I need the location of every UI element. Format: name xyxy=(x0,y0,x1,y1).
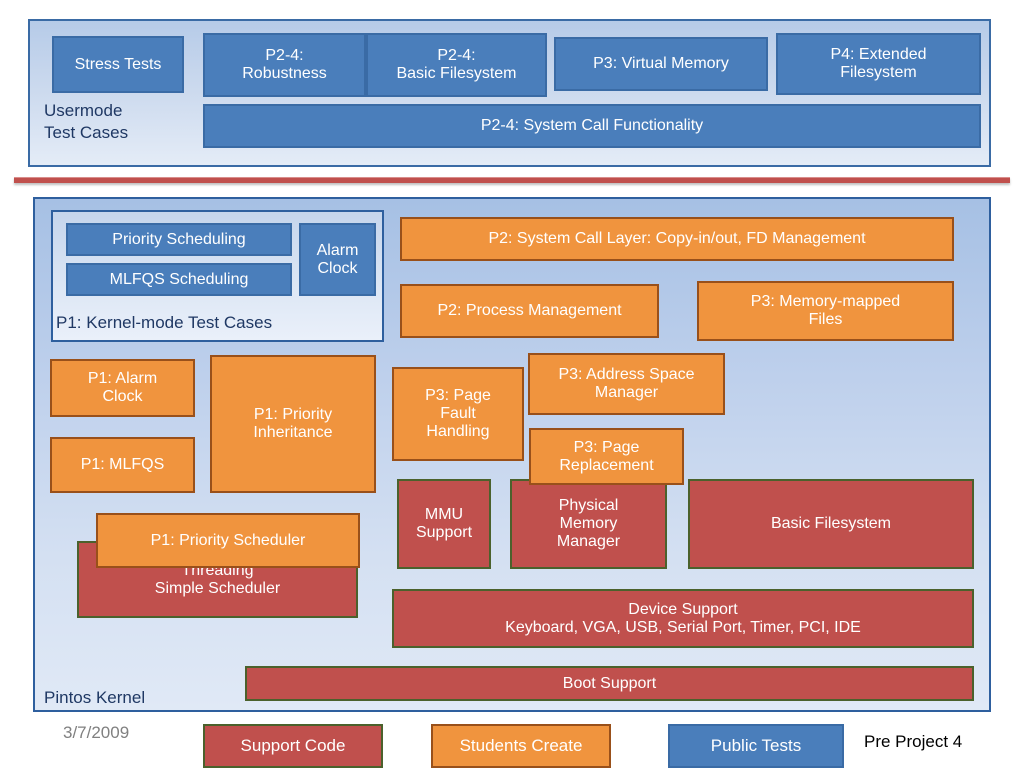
box-alarm-clock-test[interactable]: Alarm Clock xyxy=(299,223,376,296)
box-p1-priority-scheduler[interactable]: P1: Priority Scheduler xyxy=(96,513,360,568)
legend-public-tests: Public Tests xyxy=(668,724,844,768)
box-p3-page-fault-handling[interactable]: P3: Page Fault Handling xyxy=(392,367,524,461)
box-p2-system-call-layer[interactable]: P2: System Call Layer: Copy-in/out, FD M… xyxy=(400,217,954,261)
footer-date: 3/7/2009 xyxy=(63,723,130,742)
legend-support-code: Support Code xyxy=(203,724,383,768)
box-priority-scheduling[interactable]: Priority Scheduling xyxy=(66,223,292,256)
box-p2-4-system-call-functionality[interactable]: P2-4: System Call Functionality xyxy=(203,104,981,148)
box-p3-virtual-memory[interactable]: P3: Virtual Memory xyxy=(554,37,768,91)
usermode-panel-label: Usermode Test Cases xyxy=(44,101,129,143)
box-p2-4-robustness[interactable]: P2-4: Robustness xyxy=(203,33,366,97)
box-p4-extended-filesystem[interactable]: P4: Extended Filesystem xyxy=(776,33,981,95)
box-p3-memory-mapped-files[interactable]: P3: Memory-mapped Files xyxy=(697,281,954,341)
box-p2-4-basic-filesystem[interactable]: P2-4: Basic Filesystem xyxy=(366,33,547,97)
box-boot-support[interactable]: Boot Support xyxy=(245,666,974,701)
section-divider xyxy=(14,177,1010,183)
pintos-kernel-label: Pintos Kernel xyxy=(44,688,146,707)
box-p1-priority-inheritance[interactable]: P1: Priority Inheritance xyxy=(210,355,376,493)
box-mlfqs-scheduling[interactable]: MLFQS Scheduling xyxy=(66,263,292,296)
box-device-support[interactable]: Device Support Keyboard, VGA, USB, Seria… xyxy=(392,589,974,648)
box-p1-mlfqs[interactable]: P1: MLFQS xyxy=(50,437,195,493)
box-p1-alarm-clock[interactable]: P1: Alarm Clock xyxy=(50,359,195,417)
p1-kernel-mode-test-label: P1: Kernel-mode Test Cases xyxy=(56,313,273,332)
box-basic-filesystem[interactable]: Basic Filesystem xyxy=(688,479,974,569)
box-p3-page-replacement[interactable]: P3: Page Replacement xyxy=(529,428,684,485)
box-p3-address-space-manager[interactable]: P3: Address Space Manager xyxy=(528,353,725,415)
box-physical-memory-manager[interactable]: Physical Memory Manager xyxy=(510,479,667,569)
box-stress-tests[interactable]: Stress Tests xyxy=(52,36,184,93)
box-p2-process-management[interactable]: P2: Process Management xyxy=(400,284,659,338)
footer-note: Pre Project 4 xyxy=(864,732,963,751)
box-mmu-support[interactable]: MMU Support xyxy=(397,479,491,569)
legend-students-create: Students Create xyxy=(431,724,611,768)
